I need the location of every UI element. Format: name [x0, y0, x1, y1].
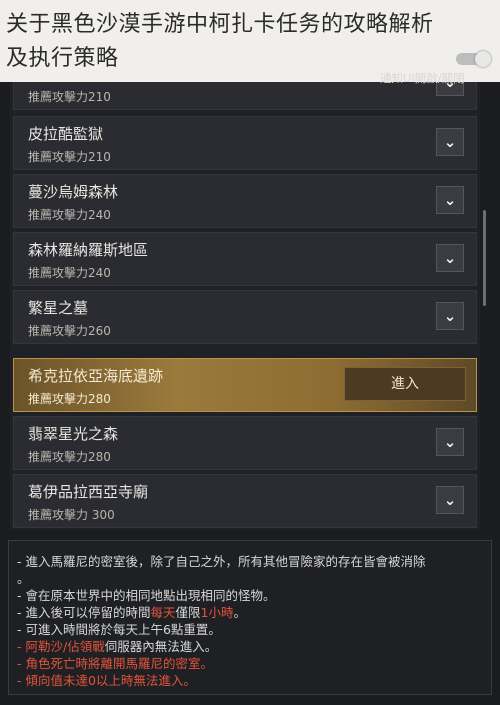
list-scrollbar[interactable] [483, 210, 486, 306]
chevron-down-icon[interactable]: ⌄ [436, 128, 464, 156]
dungeon-row[interactable]: 皮拉酷監獄 推薦攻擊力210 ⌄ [13, 116, 477, 170]
chevron-down-icon[interactable]: ⌄ [436, 186, 464, 214]
dungeon-row[interactable]: 繁星之墓 推薦攻擊力260 ⌄ [13, 290, 477, 344]
chevron-down-icon[interactable]: ⌄ [436, 486, 464, 514]
dungeon-row[interactable]: 蔓沙烏姆森林 推薦攻擊力240 ⌄ [13, 174, 477, 228]
recommended-power: 推薦攻擊力280 [28, 450, 111, 464]
recommended-power: 推薦攻擊力240 [28, 208, 111, 222]
dungeon-name: 葛伊品拉西亞寺廟 [28, 483, 149, 501]
dungeon-row-selected[interactable]: 希克拉依亞海底遺跡 推薦攻擊力280 進入 [13, 358, 477, 412]
recommended-power: 推薦攻擊力 300 [28, 508, 115, 522]
dungeon-name: 森林羅納羅斯地區 [28, 241, 149, 259]
recommended-power: 推薦攻擊力260 [28, 324, 111, 338]
rules-notes: - 進入馬羅尼的密室後，除了自己之外，所有其他冒險家的存在皆會被消除 。 - 會… [8, 540, 492, 695]
dungeon-row[interactable]: 翡翠星光之森 推薦攻擊力280 ⌄ [13, 416, 477, 470]
dungeon-name: 蔓沙烏姆森林 [28, 183, 119, 201]
recommended-power: 推薦攻擊力240 [28, 266, 111, 280]
dungeon-row[interactable]: 推薦攻擊力210 ⌄ [13, 82, 477, 110]
enter-button[interactable]: 進入 [344, 367, 466, 401]
note-line: - 傾向值未達0以上時無法進入。 [17, 673, 196, 688]
chevron-down-icon[interactable]: ⌄ [436, 302, 464, 330]
note-line: - 進入馬羅尼的密室後，除了自己之外，所有其他冒險家的存在皆會被消除 [17, 554, 426, 569]
dungeon-name: 繁星之墓 [28, 299, 89, 317]
recommended-power: 推薦攻擊力280 [28, 392, 111, 406]
dungeon-list: 推薦攻擊力210 ⌄ 皮拉酷監獄 推薦攻擊力210 ⌄ 蔓沙烏姆森林 推薦攻擊力… [10, 82, 480, 530]
dungeon-name: 希克拉依亞海底遺跡 [28, 367, 164, 385]
chevron-down-icon[interactable]: ⌄ [436, 428, 464, 456]
dungeon-row[interactable]: 葛伊品拉西亞寺廟 推薦攻擊力 300 ⌄ [13, 474, 477, 528]
notify-label: 通知UI開啟/關閉 [380, 71, 465, 85]
dungeon-row[interactable]: 森林羅納羅斯地區 推薦攻擊力240 ⌄ [13, 232, 477, 286]
dungeon-name: 皮拉酷監獄 [28, 125, 104, 143]
recommended-power: 推薦攻擊力210 [28, 150, 111, 164]
notify-toggle[interactable] [456, 51, 491, 67]
recommended-power: 推薦攻擊力210 [28, 90, 111, 104]
dungeon-name: 翡翠星光之森 [28, 425, 119, 443]
caption-line-1: 关于黑色沙漠手游中柯扎卡任务的攻略解析 [6, 12, 434, 37]
chevron-down-icon[interactable]: ⌄ [436, 244, 464, 272]
